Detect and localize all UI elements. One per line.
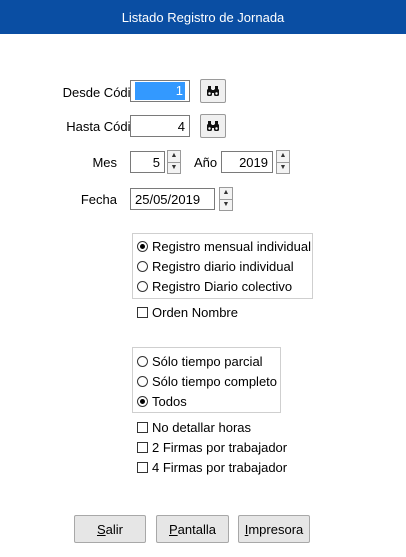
checkbox-icon[interactable] [137, 307, 148, 318]
fecha-input[interactable]: 25/05/2019 [130, 188, 215, 210]
title-bar: Listado Registro de Jornada [0, 0, 406, 34]
hasta-codigo-input[interactable]: 4 [130, 115, 190, 137]
desde-codigo-value: 1 [135, 82, 185, 100]
pantalla-mnemonic: P [169, 521, 178, 537]
radio-label: Todos [152, 394, 187, 409]
checkbox-icon[interactable] [137, 442, 148, 453]
pantalla-button[interactable]: Pantalla [156, 515, 229, 543]
mes-label: Mes [92, 155, 117, 170]
radio-unselected-icon[interactable] [137, 356, 148, 367]
desde-codigo-search-button[interactable] [200, 79, 226, 103]
pantalla-label: antalla [177, 521, 216, 537]
radio-unselected-icon[interactable] [137, 376, 148, 387]
checkbox-label: No detallar horas [152, 420, 251, 435]
hasta-codigo-value: 4 [177, 118, 185, 134]
radio-label: Sólo tiempo parcial [152, 354, 263, 369]
anio-value: 2019 [239, 154, 268, 170]
fecha-up-arrow-icon[interactable]: ▲ [219, 187, 233, 200]
radio-registro-diario-individual[interactable]: Registro diario individual [137, 259, 294, 274]
radio-unselected-icon[interactable] [137, 281, 148, 292]
desde-codigo-input[interactable]: 1 [130, 80, 190, 102]
window-title: Listado Registro de Jornada [121, 9, 285, 25]
checkbox-icon[interactable] [137, 462, 148, 473]
anio-label: Año [194, 155, 218, 170]
radio-label: Registro Diario colectivo [152, 279, 293, 294]
salir-button[interactable]: Salir [74, 515, 146, 543]
mes-input[interactable]: 5 [130, 151, 165, 173]
mes-down-arrow-icon[interactable]: ▼ [167, 162, 181, 174]
checkbox-icon[interactable] [137, 422, 148, 433]
hasta-codigo-search-button[interactable] [200, 114, 226, 138]
checkbox-orden-nombre[interactable]: Orden Nombre [137, 305, 238, 320]
anio-down-arrow-icon[interactable]: ▼ [276, 162, 290, 174]
radio-registro-mensual-individual[interactable]: Registro mensual individual [137, 239, 311, 254]
checkbox-label: 2 Firmas por trabajador [152, 440, 288, 455]
impresora-button[interactable]: Impresora [238, 515, 310, 543]
mes-spinner[interactable]: ▲ ▼ [167, 150, 181, 174]
binoculars-icon [207, 121, 219, 131]
radio-solo-tiempo-parcial[interactable]: Sólo tiempo parcial [137, 354, 263, 369]
checkbox-2-firmas[interactable]: 2 Firmas por trabajador [137, 440, 287, 455]
salir-mnemonic: S [96, 521, 106, 537]
fecha-down-arrow-icon[interactable]: ▼ [219, 199, 233, 211]
radio-registro-diario-colectivo[interactable]: Registro Diario colectivo [137, 279, 292, 294]
impresora-label: mpresora [248, 521, 304, 537]
anio-spinner[interactable]: ▲ ▼ [276, 150, 290, 174]
radio-todos[interactable]: Todos [137, 394, 187, 409]
binoculars-icon [207, 86, 219, 96]
radio-unselected-icon[interactable] [137, 261, 148, 272]
fecha-value: 25/05/2019 [135, 191, 201, 207]
checkbox-no-detallar-horas[interactable]: No detallar horas [137, 420, 251, 435]
radio-label: Registro mensual individual [152, 239, 311, 254]
mes-up-arrow-icon[interactable]: ▲ [167, 150, 181, 163]
fecha-label: Fecha [80, 192, 117, 207]
mes-value: 5 [152, 154, 160, 170]
salir-label: alir [105, 521, 123, 537]
radio-selected-icon[interactable] [137, 396, 148, 407]
anio-up-arrow-icon[interactable]: ▲ [276, 150, 290, 163]
anio-input[interactable]: 2019 [221, 151, 273, 173]
radio-label: Sólo tiempo completo [152, 374, 278, 389]
checkbox-label: 4 Firmas por trabajador [152, 460, 288, 475]
radio-label: Registro diario individual [152, 259, 294, 274]
fecha-spinner[interactable]: ▲ ▼ [219, 187, 233, 211]
radio-selected-icon[interactable] [137, 241, 148, 252]
checkbox-label: Orden Nombre [152, 305, 238, 320]
checkbox-4-firmas[interactable]: 4 Firmas por trabajador [137, 460, 287, 475]
radio-solo-tiempo-completo[interactable]: Sólo tiempo completo [137, 374, 277, 389]
